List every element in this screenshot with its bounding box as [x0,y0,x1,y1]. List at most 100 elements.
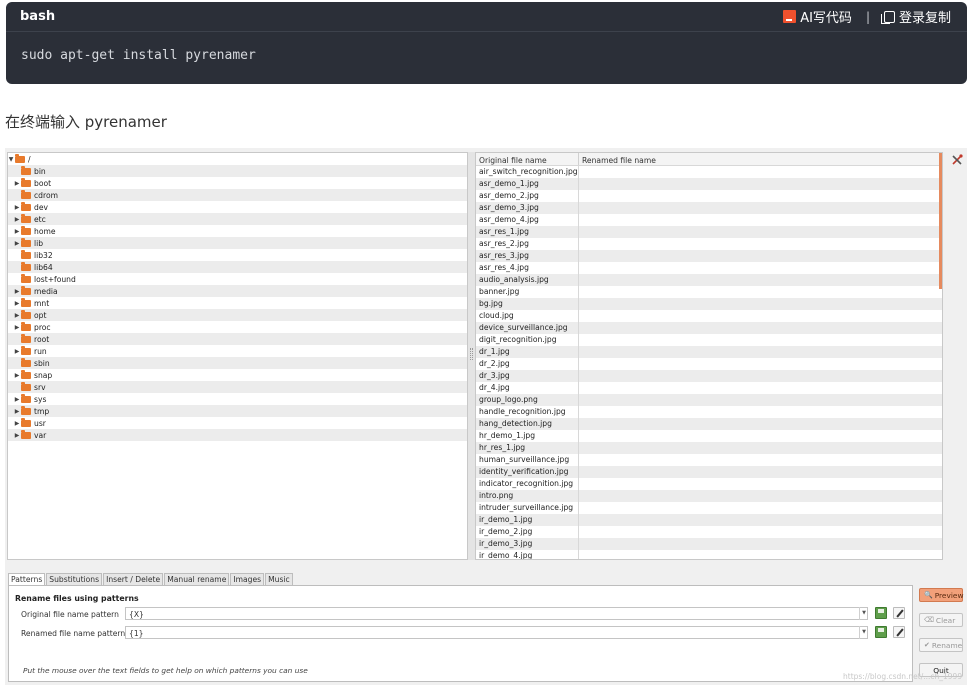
tab-music[interactable]: Music [265,573,293,585]
expander-arrow-icon[interactable]: ▶ [14,228,20,235]
file-row[interactable]: ir_demo_2.jpg [476,526,942,538]
ai-write-code-button[interactable]: AI写代码 [783,7,852,26]
tree-item-sys[interactable]: ▶ sys [8,393,467,405]
tree-item-var[interactable]: ▶ var [8,429,467,441]
expander-arrow-icon[interactable]: ▶ [14,420,20,427]
file-row[interactable]: air_switch_recognition.jpg [476,166,942,178]
column-original-file-name[interactable]: Original file name [476,153,579,165]
save-pattern-icon[interactable] [875,626,887,638]
expander-arrow-icon[interactable]: ▶ [14,180,20,187]
expander-arrow-icon[interactable]: ▶ [14,300,20,307]
tree-item-etc[interactable]: ▶ etc [8,213,467,225]
tree-item-opt[interactable]: ▶ opt [8,309,467,321]
tree-item-usr[interactable]: ▶ usr [8,417,467,429]
save-pattern-icon[interactable] [875,607,887,619]
tree-item-run[interactable]: ▶ run [8,345,467,357]
file-row[interactable]: dr_1.jpg [476,346,942,358]
file-row[interactable]: indicator_recognition.jpg [476,478,942,490]
file-row[interactable]: dr_4.jpg [476,382,942,394]
file-row[interactable]: dr_3.jpg [476,370,942,382]
tab-manual-rename[interactable]: Manual rename [164,573,230,585]
expander-arrow-icon[interactable]: ▶ [14,312,20,319]
tree-item-cdrom[interactable]: cdrom [8,189,467,201]
chevron-down-icon[interactable]: ▼ [859,607,868,620]
expander-arrow-icon[interactable]: ▶ [14,288,20,295]
tree-item-dev[interactable]: ▶ dev [8,201,467,213]
chevron-down-icon[interactable]: ▼ [859,626,868,639]
tree-item-snap[interactable]: ▶ snap [8,369,467,381]
original-pattern-input[interactable]: {X} [125,607,868,620]
file-row[interactable]: asr_demo_3.jpg [476,202,942,214]
file-row[interactable]: ir_demo_4.jpg [476,550,942,559]
tree-item-lib64[interactable]: lib64 [8,261,467,273]
splitter-grip[interactable] [470,348,473,360]
file-row[interactable]: audio_analysis.jpg [476,274,942,286]
expander-arrow-icon[interactable]: ▶ [14,324,20,331]
preview-button[interactable]: 🔍 Preview [919,588,964,602]
edit-pattern-icon[interactable] [893,626,905,638]
file-row[interactable]: device_surveillance.jpg [476,322,942,334]
tab-substitutions[interactable]: Substitutions [46,573,103,585]
file-row[interactable]: asr_res_2.jpg [476,238,942,250]
file-row[interactable]: identity_verification.jpg [476,466,942,478]
file-row[interactable]: intro.png [476,490,942,502]
file-row[interactable]: intruder_surveillance.jpg [476,502,942,514]
expander-arrow-icon[interactable]: ▶ [14,396,20,403]
file-row[interactable]: asr_res_4.jpg [476,262,942,274]
file-row[interactable]: asr_res_3.jpg [476,250,942,262]
tree-item-sbin[interactable]: sbin [8,357,467,369]
edit-pattern-icon[interactable] [893,607,905,619]
expander-arrow-icon[interactable]: ▶ [14,204,20,211]
login-copy-button[interactable]: 登录复制 [880,7,951,26]
file-row[interactable]: hang_detection.jpg [476,418,942,430]
file-row[interactable]: ir_demo_1.jpg [476,514,942,526]
renamed-pattern-input[interactable]: {1} [125,626,868,639]
tree-item-lost-found[interactable]: lost+found [8,273,467,285]
file-row[interactable]: dr_2.jpg [476,358,942,370]
rename-button[interactable]: ✔ Rename [919,638,963,652]
tools-icon[interactable] [952,154,963,165]
expander-arrow-icon[interactable]: ▶ [14,216,20,223]
tree-item-tmp[interactable]: ▶ tmp [8,405,467,417]
tree-item-root[interactable]: root [8,333,467,345]
tree-item-boot[interactable]: ▶ boot [8,177,467,189]
file-row[interactable]: handle_recognition.jpg [476,406,942,418]
tree-item-media[interactable]: ▶ media [8,285,467,297]
expander-arrow-icon[interactable]: ▶ [14,432,20,439]
file-row[interactable]: asr_res_1.jpg [476,226,942,238]
file-row[interactable]: cloud.jpg [476,310,942,322]
expander-arrow-icon[interactable]: ▶ [14,240,20,247]
file-row[interactable]: digit_recognition.jpg [476,334,942,346]
file-row[interactable]: group_logo.png [476,394,942,406]
tab-patterns[interactable]: Patterns [8,573,46,585]
column-renamed-file-name[interactable]: Renamed file name [579,153,656,165]
file-row[interactable]: hr_demo_1.jpg [476,430,942,442]
file-row[interactable]: hr_res_1.jpg [476,442,942,454]
file-row[interactable]: human_surveillance.jpg [476,454,942,466]
expander-arrow-icon[interactable]: ▶ [14,408,20,415]
tree-item-mnt[interactable]: ▶ mnt [8,297,467,309]
file-row[interactable]: asr_demo_2.jpg [476,190,942,202]
clear-button[interactable]: ⌫ Clear [919,613,963,627]
file-row[interactable]: banner.jpg [476,286,942,298]
file-list[interactable]: Original file name Renamed file name air… [475,152,943,560]
tab-insert-delete[interactable]: Insert / Delete [103,573,164,585]
file-row[interactable]: ir_demo_3.jpg [476,538,942,550]
file-row[interactable]: bg.jpg [476,298,942,310]
tree-item-lib[interactable]: ▶ lib [8,237,467,249]
file-row[interactable]: asr_demo_4.jpg [476,214,942,226]
tree-item-proc[interactable]: ▶ proc [8,321,467,333]
tree-item-srv[interactable]: srv [8,381,467,393]
expander-arrow-icon[interactable]: ▶ [14,348,20,355]
tab-images[interactable]: Images [230,573,265,585]
expanded-arrow-icon[interactable]: ▼ [8,156,14,163]
tree-root-row[interactable]: ▼ / [8,153,467,165]
tree-item-lib32[interactable]: lib32 [8,249,467,261]
expander-arrow-icon[interactable]: ▶ [14,372,20,379]
tree-item-home[interactable]: ▶ home [8,225,467,237]
tree-item-label: media [34,286,58,296]
directory-tree[interactable]: ▼ / bin ▶ boot cdrom ▶ dev ▶ etc ▶ home ▶ lib lib32 l… [7,152,468,560]
file-row[interactable]: asr_demo_1.jpg [476,178,942,190]
file-list-scrollbar[interactable] [939,153,942,289]
tree-item-bin[interactable]: bin [8,165,467,177]
